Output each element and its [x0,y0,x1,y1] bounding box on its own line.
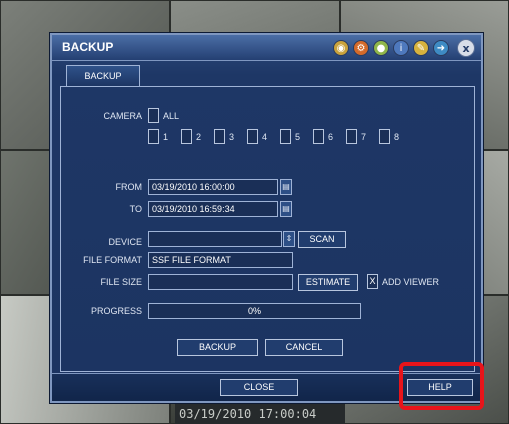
record-icon[interactable]: ● [373,40,389,56]
network-icon[interactable]: ⚙ [353,40,369,56]
camera-4-label: 4 [262,132,268,142]
progress-label: PROGRESS [90,306,142,316]
camera-5-label: 5 [295,132,301,142]
camera-8-label: 8 [394,132,400,142]
device-label: DEVICE [108,237,142,247]
camera-all-label: ALL [163,111,180,121]
camera-5-checkbox[interactable] [280,129,291,144]
dialog-titlebar: BACKUP ◉ ⚙ ● i ✎ ➜ x [52,35,481,61]
camera-1-checkbox[interactable] [148,129,159,144]
camera-2-label: 2 [196,132,202,142]
tab-backup[interactable]: BACKUP [66,65,140,87]
close-button[interactable]: CLOSE [220,379,298,396]
file-format-select[interactable]: SSF FILE FORMAT [148,252,293,268]
backup-progress-bar: 0% [148,303,361,319]
camera-1-label: 1 [163,132,169,142]
file-format-label: FILE FORMAT [83,255,142,265]
camera-label: CAMERA [103,111,142,121]
camera-7-checkbox[interactable] [346,129,357,144]
to-datetime-field[interactable]: 03/19/2010 16:59:34 [148,201,278,217]
device-select[interactable] [148,231,282,247]
from-calendar-icon[interactable]: ▤ [280,179,292,195]
dialog-title: BACKUP [62,40,114,54]
camera-7-label: 7 [361,132,367,142]
camera-6-label: 6 [328,132,334,142]
camera-8-checkbox[interactable] [379,129,390,144]
from-label: FROM [115,182,143,192]
camera-6-checkbox[interactable] [313,129,324,144]
add-viewer-label: ADD VIEWER [382,277,440,287]
camera-3-label: 3 [229,132,235,142]
scan-button[interactable]: SCAN [298,231,346,248]
add-viewer-checkbox[interactable]: X [367,274,378,289]
camera-3-checkbox[interactable] [214,129,225,144]
from-datetime-field[interactable]: 03/19/2010 16:00:00 [148,179,278,195]
setup-icon[interactable]: ✎ [413,40,429,56]
close-icon[interactable]: x [457,39,475,57]
disk-icon[interactable]: ◉ [333,40,349,56]
toolbar-icons: ◉ ⚙ ● i ✎ ➜ [333,40,449,56]
backup-panel [60,86,475,372]
estimate-button[interactable]: ESTIMATE [298,274,358,291]
exit-icon[interactable]: ➜ [433,40,449,56]
file-size-label: FILE SIZE [100,277,142,287]
camera-2-checkbox[interactable] [181,129,192,144]
backup-button[interactable]: BACKUP [177,339,258,356]
camera-timestamp: 03/19/2010 17:00:04 [175,404,345,424]
to-label: TO [129,204,142,214]
help-highlight-annotation [399,362,484,410]
camera-all-checkbox[interactable] [148,108,159,123]
camera-4-checkbox[interactable] [247,129,258,144]
device-spinner-icon[interactable]: ⇕ [283,231,295,247]
cancel-button[interactable]: CANCEL [265,339,343,356]
to-calendar-icon[interactable]: ▤ [280,201,292,217]
info-icon[interactable]: i [393,40,409,56]
progress-text: 0% [247,306,261,316]
file-size-field [148,274,293,290]
